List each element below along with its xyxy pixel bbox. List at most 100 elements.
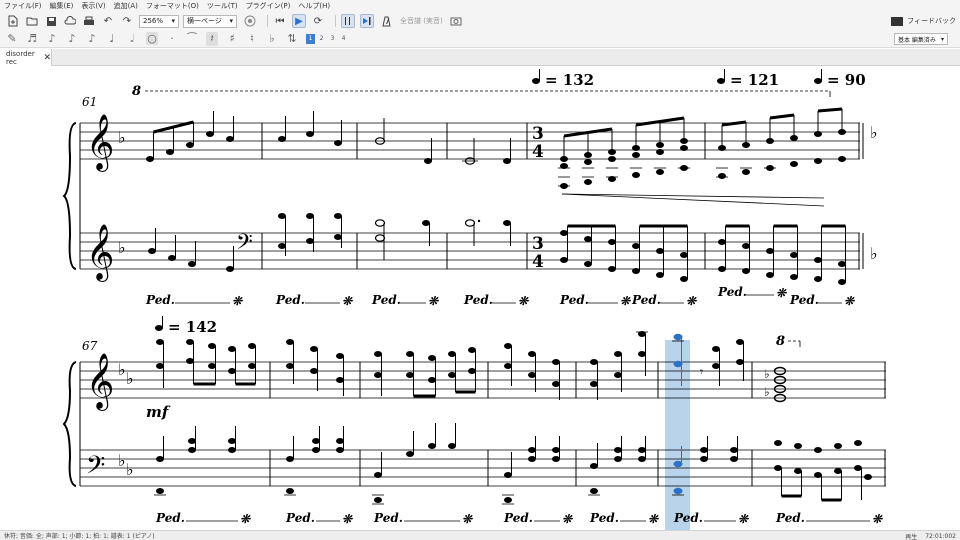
pedal-markings[interactable]: Ped. ❊ Ped. ❊ Ped. ❊ Ped. ❊ Ped. ❊ Ped. ❊ Ped.… <box>155 511 883 526</box>
half-note-icon[interactable]: 𝅗𝅥 <box>126 32 138 46</box>
menu-view[interactable]: 表示(V) <box>81 1 105 11</box>
workspace-select[interactable]: 基本 編集済み ▾ <box>894 33 948 45</box>
camera-icon[interactable] <box>449 14 463 28</box>
quarter-note[interactable] <box>424 158 432 164</box>
tempo-mark-121: = 121 <box>730 71 779 89</box>
feedback-button[interactable]: フィードバック <box>891 12 956 30</box>
voice-4-button[interactable]: 4 <box>339 34 348 44</box>
play-icon[interactable]: ▶ <box>292 14 306 28</box>
view-mode-select[interactable]: 横一ページ ▾ <box>183 14 237 28</box>
chevron-down-icon: ▾ <box>171 17 175 25</box>
undo-icon[interactable]: ↶ <box>101 14 115 28</box>
note-group[interactable] <box>148 213 511 272</box>
menu-add[interactable]: 追加(A) <box>114 1 138 11</box>
tie-icon[interactable]: ⁀ <box>186 32 198 45</box>
print-icon[interactable] <box>82 14 96 28</box>
score-tab-title: disorder rec <box>6 49 35 66</box>
tempo-marking[interactable]: = 132 <box>532 69 594 89</box>
rest-icon[interactable]: 𝄽 <box>206 31 218 46</box>
flat-icon[interactable]: ♭ <box>266 32 278 45</box>
tempo-mark-132: = 132 <box>545 71 594 89</box>
status-mode: 再生 <box>905 533 918 540</box>
menu-plugins[interactable]: プラグイン(P) <box>246 1 291 11</box>
note-group[interactable] <box>278 131 342 146</box>
svg-text:❊: ❊ <box>738 512 749 526</box>
svg-text:Ped.: Ped. <box>559 293 589 307</box>
score-svg: 61 8 = 132 = 121 = 90 𝄞 𝄞 ♭ ♭ ♭ ♭ 𝄢 3 4 … <box>62 69 886 530</box>
pan-score-icon[interactable] <box>360 14 374 28</box>
sixteenth-note-icon[interactable]: ♪ <box>66 32 78 45</box>
stems-beams <box>567 224 846 282</box>
key-signature-flat: ♭ <box>118 451 126 470</box>
half-note[interactable] <box>374 234 386 242</box>
status-selection-info: 休符; 音価: 全; 声部: 1; 小節: 1; 拍: 1; 譜表: 1 (ピア… <box>4 533 155 540</box>
note-input-pen-icon[interactable]: ✎ <box>6 32 18 45</box>
chord-group[interactable] <box>560 230 846 285</box>
toolbar-divider <box>267 15 268 27</box>
concert-pitch-button[interactable]: 全音譜 (実音) <box>400 16 443 26</box>
thirty-second-note-icon[interactable]: ♪ <box>46 32 58 45</box>
eighth-note-icon[interactable]: ♪ <box>86 32 98 45</box>
pedal-markings[interactable]: Ped. ❊ Ped. ❊ Ped. ❊ Ped. ❊ Ped. ❊ Ped. ❊ Ped.… <box>145 285 855 308</box>
whole-note-icon[interactable]: ○ <box>146 32 158 45</box>
whole-note-chord[interactable] <box>773 366 787 403</box>
loop-icon[interactable]: ⟳ <box>311 14 325 28</box>
score-tab-bar: disorder rec ✕ <box>0 49 960 66</box>
eighth-rest[interactable]: 𝄾 <box>700 365 703 379</box>
repeat-playback-icon[interactable] <box>341 14 355 28</box>
open-folder-icon[interactable] <box>25 14 39 28</box>
quarter-note-icon[interactable]: ♩ <box>106 32 118 45</box>
flip-direction-icon[interactable]: ⇅ <box>286 32 298 45</box>
cloud-upload-icon[interactable] <box>63 14 77 28</box>
half-note[interactable] <box>374 219 386 227</box>
new-file-icon[interactable] <box>6 14 20 28</box>
menu-help[interactable]: ヘルプ(H) <box>298 1 330 11</box>
svg-text:❊: ❊ <box>686 294 697 308</box>
voice-2-button[interactable]: 2 <box>317 34 326 44</box>
redo-icon[interactable]: ↷ <box>120 14 134 28</box>
key-signature-flat: ♭ <box>118 360 126 379</box>
half-note[interactable] <box>464 219 476 227</box>
score-canvas[interactable]: 61 8 = 132 = 121 = 90 𝄞 𝄞 ♭ ♭ ♭ ♭ 𝄢 3 4 … <box>0 66 960 530</box>
barlines <box>261 123 864 269</box>
tempo-marking[interactable]: = 142 <box>155 316 217 336</box>
svg-text:❊: ❊ <box>776 286 787 300</box>
augmentation-dot-icon[interactable]: · <box>166 32 178 45</box>
svg-text:❊: ❊ <box>562 512 573 526</box>
selection-highlight[interactable] <box>665 340 690 530</box>
zoom-select[interactable]: 256% ▾ <box>139 14 179 28</box>
note-group[interactable] <box>146 131 234 162</box>
svg-text:Ped.: Ped. <box>285 511 315 525</box>
sharp-icon[interactable]: ♯ <box>226 32 238 45</box>
treble-clef: 𝄞 <box>86 114 114 172</box>
bass-clef: 𝄢 <box>86 451 105 486</box>
mixer-icon[interactable] <box>243 14 257 28</box>
score-tab[interactable]: disorder rec ✕ <box>0 49 52 66</box>
staff-lines <box>80 232 860 270</box>
close-icon[interactable]: ✕ <box>43 53 51 63</box>
ottava-mark: 8 <box>776 334 785 349</box>
menu-format[interactable]: フォーマット(O) <box>146 1 199 11</box>
dynamic-marking[interactable]: mf <box>146 403 171 421</box>
menu-file[interactable]: ファイル(F) <box>4 1 42 11</box>
tempo-marking[interactable]: = 90 <box>814 69 866 89</box>
menu-tools[interactable]: ツール(T) <box>207 1 238 11</box>
voice-1-button[interactable]: 1 <box>306 33 315 44</box>
voice-3-button[interactable]: 3 <box>328 34 337 44</box>
svg-text:❊: ❊ <box>462 512 473 526</box>
sixty-fourth-note-icon[interactable]: ♬ <box>26 32 38 45</box>
svg-text:Ped.: Ped. <box>155 511 185 525</box>
rewind-icon[interactable]: ⏮ <box>273 14 287 28</box>
save-icon[interactable] <box>44 14 58 28</box>
chord-group[interactable] <box>156 438 872 503</box>
metronome-icon[interactable] <box>379 14 393 28</box>
tempo-marking[interactable]: = 121 <box>717 69 779 89</box>
chord-group[interactable] <box>156 331 744 387</box>
svg-text:Ped.: Ped. <box>145 293 175 307</box>
main-toolbar: ↶ ↷ 256% ▾ 横一ページ ▾ ⏮ ▶ ⟳ 全音譜 (実音) フィードバック <box>0 12 960 30</box>
svg-text:Ped.: Ped. <box>717 285 747 299</box>
svg-text:Ped.: Ped. <box>371 293 401 307</box>
menu-edit[interactable]: 編集(E) <box>50 1 74 11</box>
quarter-note[interactable] <box>503 158 511 164</box>
natural-icon[interactable]: ♮ <box>246 32 258 45</box>
